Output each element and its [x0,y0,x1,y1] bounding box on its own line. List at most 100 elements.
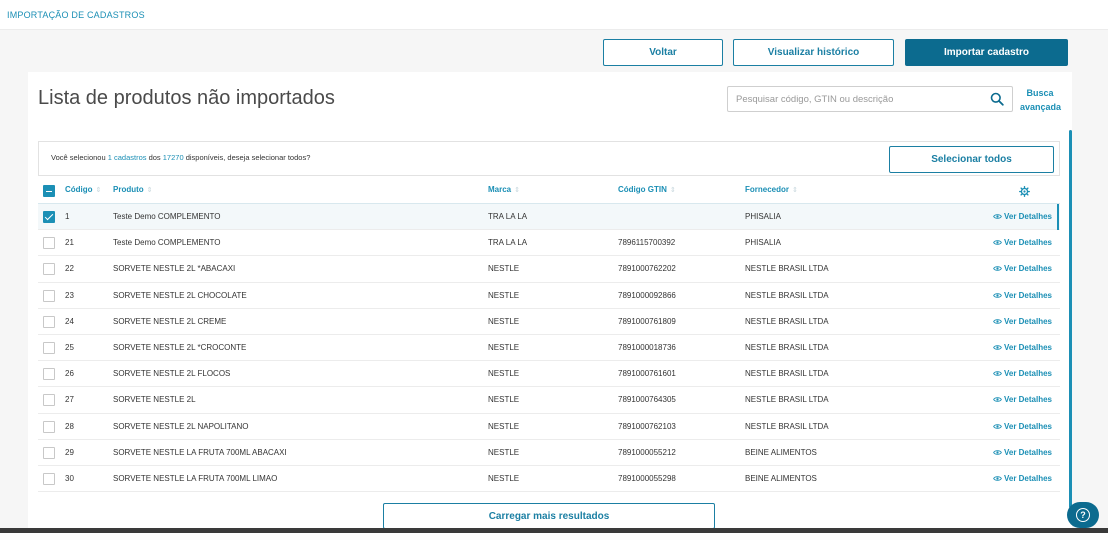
table-row[interactable]: 28 SORVETE NESTLE 2L NAPOLITANO NESTLE 7… [38,414,1060,440]
row-checkbox[interactable] [43,368,55,381]
eye-icon [993,240,1002,245]
table-row[interactable]: 25 SORVETE NESTLE 2L *CROCONTE NESTLE 78… [38,335,1060,362]
eye-icon [993,266,1002,272]
view-details-link[interactable]: Ver Detalhes [993,343,1052,352]
row-checkbox[interactable] [43,237,55,250]
import-button[interactable]: Importar cadastro [905,39,1068,66]
table-row[interactable]: 22 SORVETE NESTLE 2L *ABACAXI NESTLE 789… [38,256,1060,283]
cell-product: SORVETE NESTLE LA FRUTA 700ML ABACAXI [113,447,287,457]
view-details-label: Ver Detalhes [1003,264,1052,274]
table-row[interactable]: 29 SORVETE NESTLE LA FRUTA 700ML ABACAXI… [38,440,1060,466]
cell-gtin: 7891000761809 [618,316,676,326]
row-checkbox[interactable] [43,420,55,433]
view-details-label: Ver Detalhes [1003,342,1052,352]
back-button[interactable]: Voltar [603,39,723,66]
cell-product: SORVETE NESTLE LA FRUTA 700ML LIMAO [113,473,278,483]
cell-gtin: 7891000055298 [618,473,676,483]
header-supplier[interactable]: Fornecedor ⇕ [745,185,798,194]
help-icon: ? [1076,508,1090,522]
view-details-link[interactable]: Ver Detalhes [993,369,1052,378]
row-checkbox[interactable] [43,341,55,354]
help-button[interactable]: ? [1067,502,1099,528]
header-product[interactable]: Produto ⇕ [113,185,153,194]
cell-code: 27 [65,395,74,405]
cell-product: SORVETE NESTLE 2L NAPOLITANO [113,421,249,431]
table-row[interactable]: 21 Teste Demo COMPLEMENTO TRA LA LA 7896… [38,230,1060,257]
cell-brand: TRA LA LA [488,238,528,248]
view-details-link[interactable]: Ver Detalhes [993,317,1052,326]
advanced-search-link[interactable]: Busca avançada [1020,86,1061,114]
selected-row-indicator [1057,204,1059,230]
cell-gtin: 7891000092866 [618,290,676,300]
scrollbar[interactable] [1069,130,1072,508]
view-details-link[interactable]: Ver Detalhes [993,448,1052,457]
view-details-link[interactable]: Ver Detalhes [993,212,1052,221]
cell-brand: NESTLE [488,395,520,405]
table-row[interactable]: 1 Teste Demo COMPLEMENTO TRA LA LA PHISA… [38,204,1060,231]
row-checkbox[interactable] [43,289,55,302]
breadcrumb[interactable]: IMPORTAÇÃO DE CADASTROS [7,10,145,20]
header-code[interactable]: Código ⇕ [65,185,101,194]
table-row[interactable]: 27 SORVETE NESTLE 2L NESTLE 789100076430… [38,387,1060,414]
cell-supplier: NESTLE BRASIL LTDA [745,421,829,431]
cell-gtin: 7891000018736 [618,342,676,352]
cell-code: 28 [65,421,74,431]
sort-icon: ⇕ [514,187,520,194]
cell-product: SORVETE NESTLE 2L FLOCOS [113,369,231,379]
selection-middle: dos [146,153,163,162]
view-history-button[interactable]: Visualizar histórico [733,39,894,66]
cell-supplier: NESTLE BRASIL LTDA [745,264,829,274]
cell-gtin: 7891000761601 [618,369,676,379]
view-details-link[interactable]: Ver Detalhes [993,291,1052,300]
eye-icon [993,214,1002,219]
sort-icon: ⇕ [792,187,798,194]
table-row[interactable]: 26 SORVETE NESTLE 2L FLOCOS NESTLE 78910… [38,361,1060,388]
select-all-checkbox[interactable] [43,185,55,197]
view-details-label: Ver Detalhes [1003,212,1052,221]
eye-icon [993,397,1002,403]
search-box [727,86,1013,112]
view-details-link[interactable]: Ver Detalhes [993,395,1052,404]
cell-code: 29 [65,447,74,457]
gear-icon[interactable] [1019,186,1030,197]
header-gtin[interactable]: Código GTIN ⇕ [618,185,676,194]
row-checkbox[interactable] [43,472,55,485]
search-input[interactable] [736,91,986,108]
selection-suffix: disponíveis, deseja selecionar todos? [183,153,311,162]
table-row[interactable]: 23 SORVETE NESTLE 2L CHOCOLATE NESTLE 78… [38,283,1060,309]
cell-code: 24 [65,316,74,326]
header-brand[interactable]: Marca ⇕ [488,185,520,194]
view-details-link[interactable]: Ver Detalhes [993,238,1052,247]
eye-icon [993,476,1002,481]
table-row[interactable]: 30 SORVETE NESTLE LA FRUTA 700ML LIMAO N… [38,466,1060,493]
eye-icon [993,423,1002,429]
view-details-link[interactable]: Ver Detalhes [993,264,1052,273]
cell-code: 26 [65,369,74,379]
cell-gtin: 7891000762202 [618,264,676,274]
cell-brand: NESTLE [488,290,520,300]
row-checkbox[interactable] [43,394,55,407]
view-details-label: Ver Detalhes [1003,421,1052,431]
view-details-link[interactable]: Ver Detalhes [993,422,1052,431]
cell-brand: NESTLE [488,369,520,379]
header-product-label: Produto [113,185,144,194]
cell-product: SORVETE NESTLE 2L CREME [113,316,227,326]
load-more-button[interactable]: Carregar mais resultados [383,503,715,529]
row-checkbox[interactable] [43,211,55,223]
view-details-link[interactable]: Ver Detalhes [993,474,1052,483]
eye-icon [993,449,1002,455]
cell-brand: NESTLE [488,473,520,483]
row-checkbox[interactable] [43,315,55,328]
sort-icon: ⇕ [146,187,153,194]
cell-supplier: PHISALIA [745,212,782,221]
search-icon[interactable] [990,92,1004,106]
select-all-button[interactable]: Selecionar todos [889,146,1054,173]
header-code-label: Código [65,185,93,194]
top-bar: IMPORTAÇÃO DE CADASTROS [0,0,1108,30]
row-checkbox[interactable] [43,263,55,276]
row-checkbox[interactable] [43,446,55,459]
header-gtin-label: Código GTIN [618,185,667,194]
cell-gtin: 7891000055212 [618,447,676,457]
table-row[interactable]: 24 SORVETE NESTLE 2L CREME NESTLE 789100… [38,309,1060,335]
view-details-label: Ver Detalhes [1003,238,1052,248]
